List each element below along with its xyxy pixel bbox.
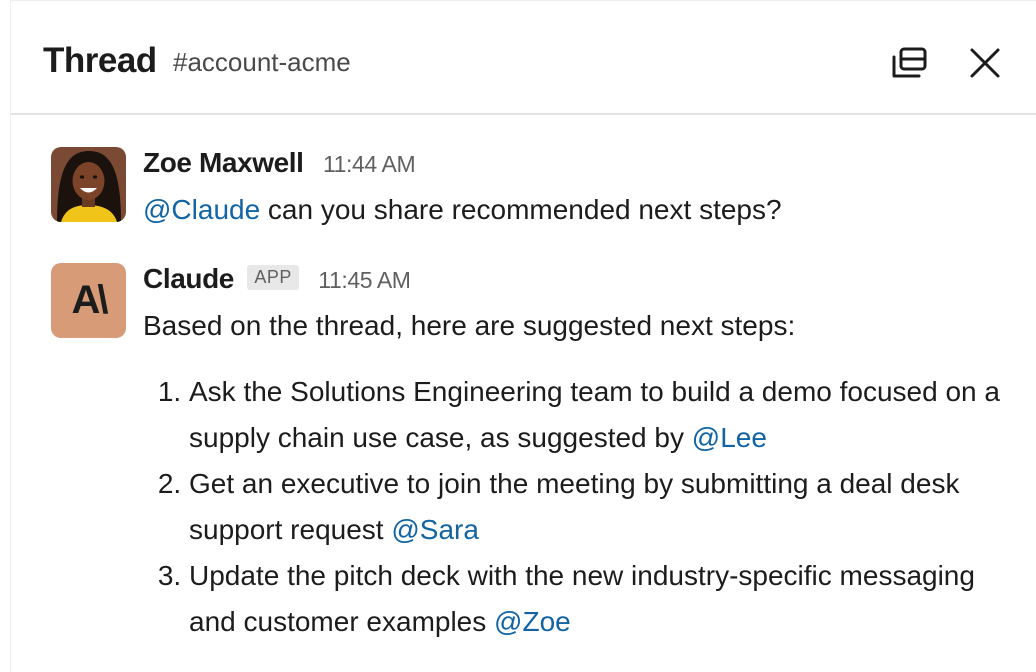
list-item: Update the pitch deck with the new indus… <box>189 553 1019 645</box>
mention-claude[interactable]: @Claude <box>143 194 260 225</box>
list-item: Get an executive to join the meeting by … <box>189 461 1019 553</box>
message-zoe: Zoe Maxwell 11:44 AM @Claude can you sha… <box>51 147 1011 227</box>
close-icon <box>970 48 1000 78</box>
close-button[interactable] <box>963 41 1007 85</box>
thread-title: Thread <box>43 41 157 80</box>
message-intro: Based on the thread, here are suggested … <box>143 310 796 341</box>
mention-sara[interactable]: @Sara <box>391 514 479 545</box>
message-timestamp[interactable]: 11:45 AM <box>318 267 411 293</box>
mention-lee[interactable]: @Lee <box>692 422 767 453</box>
claude-logo-icon: A\ <box>71 278 109 322</box>
message-claude: A\ Claude APP 11:45 AM Based on the thre… <box>51 263 1011 663</box>
list-item-text: Get an executive to join the meeting by … <box>189 468 960 545</box>
list-item: Ask the Solutions Engineering team to bu… <box>189 369 1019 461</box>
popout-window-icon <box>892 47 927 78</box>
message-timestamp[interactable]: 11:44 AM <box>323 151 416 177</box>
author-name[interactable]: Claude APP 11:45 AM <box>143 263 411 295</box>
mention-zoe[interactable]: @Zoe <box>494 606 571 637</box>
app-badge: APP <box>247 265 299 290</box>
avatar-claude[interactable]: A\ <box>51 263 126 338</box>
list-item-text: Update the pitch deck with the new indus… <box>189 560 975 637</box>
thread-panel: Thread #account-acme Zoe Maxwell 11:44 A… <box>10 0 1036 672</box>
user-photo-icon <box>51 147 126 222</box>
message-text: can you share recommended next steps? <box>260 194 782 225</box>
message-body: @Claude can you share recommended next s… <box>143 187 782 233</box>
list-item-text: Ask the Solutions Engineering team to bu… <box>189 376 1000 453</box>
avatar-zoe[interactable] <box>51 147 126 222</box>
channel-link[interactable]: #account-acme <box>173 47 351 78</box>
author-name[interactable]: Zoe Maxwell 11:44 AM <box>143 147 416 179</box>
thread-header: Thread #account-acme <box>11 1 1036 115</box>
popout-button[interactable] <box>888 41 932 85</box>
author-name-label: Zoe Maxwell <box>143 147 304 178</box>
next-steps-list: Ask the Solutions Engineering team to bu… <box>143 369 1019 645</box>
author-name-label: Claude <box>143 263 234 294</box>
